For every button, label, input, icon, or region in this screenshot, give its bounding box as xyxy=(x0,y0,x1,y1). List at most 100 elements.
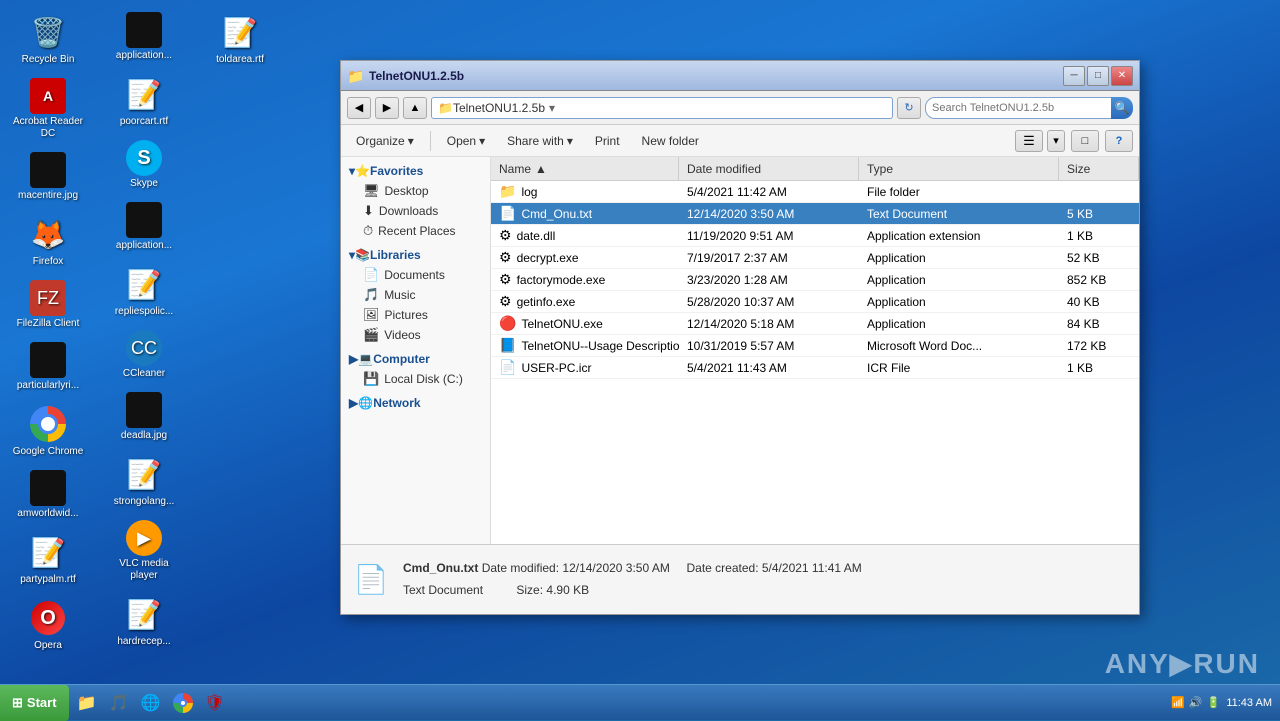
desktop-nav-label: Desktop xyxy=(385,184,429,198)
search-input[interactable] xyxy=(925,97,1115,119)
vlc-icon[interactable]: ▶ VLC media player xyxy=(104,516,184,586)
acrobat-icon[interactable]: A Acrobat Reader DC xyxy=(8,74,88,144)
ccleaner-icon[interactable]: CC CCleaner xyxy=(104,326,184,384)
file-name-cell: ⚙ factorymode.exe xyxy=(491,269,679,290)
organize-button[interactable]: Organize ▾ xyxy=(347,129,423,153)
file-name-cell: 📄 USER-PC.icr xyxy=(491,357,679,378)
toldarea-icon[interactable]: 📝 toldarea.rtf xyxy=(200,8,280,70)
file-type-cell: Text Document xyxy=(859,203,1059,224)
back-button[interactable]: ◀ xyxy=(347,97,371,119)
sidebar-item-desktop[interactable]: 🖥 Desktop xyxy=(341,181,490,201)
sidebar-item-downloads[interactable]: ⬇ Downloads xyxy=(341,201,490,221)
getinfo-file-icon: ⚙ xyxy=(499,293,512,310)
view-dropdown-button[interactable]: ▾ xyxy=(1047,130,1065,152)
close-button[interactable]: ✕ xyxy=(1111,66,1133,86)
table-row[interactable]: 📘 TelnetONU--Usage Description of the ON… xyxy=(491,335,1139,357)
hardrecep-icon[interactable]: 📝 hardrecep... xyxy=(104,590,184,652)
libraries-header[interactable]: ▾ 📚 Libraries xyxy=(341,245,490,265)
taskbar-explorer-icon[interactable]: 📁 xyxy=(73,689,101,717)
local-disk-icon: 💾 xyxy=(363,371,379,387)
taskbar-media-icon[interactable]: 🎵 xyxy=(105,689,133,717)
deadla-icon[interactable]: deadla.jpg xyxy=(104,388,184,446)
table-row[interactable]: ⚙ factorymode.exe 3/23/2020 1:28 AM Appl… xyxy=(491,269,1139,291)
address-path[interactable]: 📁 TelnetONU1.2.5b ▾ xyxy=(431,97,893,119)
table-row[interactable]: 📁 log 5/4/2021 11:42 AM File folder xyxy=(491,181,1139,203)
restore-button[interactable]: □ xyxy=(1087,66,1109,86)
application1-icon[interactable]: application... xyxy=(104,8,184,66)
telnetonu-file-icon: 🔴 xyxy=(499,315,516,332)
libraries-section: ▾ 📚 Libraries 📄 Documents 🎵 Music 🖼 xyxy=(341,245,490,345)
amworldwid-icon[interactable]: amworldwid... xyxy=(8,466,88,524)
macentire-icon[interactable]: macentire.jpg xyxy=(8,148,88,206)
network-header[interactable]: ▶ 🌐 Network xyxy=(341,393,490,413)
skype-icon[interactable]: S Skype xyxy=(104,136,184,194)
preview-pane-button[interactable]: □ xyxy=(1071,130,1099,152)
up-button[interactable]: ▲ xyxy=(403,97,427,119)
file-name-cell: 📘 TelnetONU--Usage Description of the ON… xyxy=(491,335,679,356)
file-date-cell: 7/19/2017 2:37 AM xyxy=(679,247,859,268)
desktop: 🗑️ Recycle Bin A Acrobat Reader DC macen… xyxy=(0,0,1280,720)
minimize-button[interactable]: ─ xyxy=(1063,66,1085,86)
table-row[interactable]: ⚙ decrypt.exe 7/19/2017 2:37 AM Applicat… xyxy=(491,247,1139,269)
file-date-cell: 5/28/2020 10:37 AM xyxy=(679,291,859,312)
taskbar-security-icon[interactable]: 🛡 xyxy=(201,689,229,717)
table-row[interactable]: 📄 USER-PC.icr 5/4/2021 11:43 AM ICR File… xyxy=(491,357,1139,379)
start-button[interactable]: ⊞ Start xyxy=(0,685,69,721)
recycle-bin-icon[interactable]: 🗑️ Recycle Bin xyxy=(8,8,88,70)
recent-nav-icon: ⏱ xyxy=(363,223,373,239)
poorcart-icon[interactable]: 📝 poorcart.rtf xyxy=(104,70,184,132)
table-row[interactable]: ⚙ date.dll 11/19/2020 9:51 AM Applicatio… xyxy=(491,225,1139,247)
col-date-modified[interactable]: Date modified xyxy=(679,157,859,180)
repliespolic-icon[interactable]: 📝 repliespolic... xyxy=(104,260,184,322)
col-type[interactable]: Type xyxy=(859,157,1059,180)
status-date-mod: 12/14/2020 3:50 AM xyxy=(562,561,669,575)
network-icon: 🌐 xyxy=(358,396,373,410)
file-date-cell: 11/19/2020 9:51 AM xyxy=(679,225,859,246)
particularlyri-icon[interactable]: particularlyri... xyxy=(8,338,88,396)
file-name-cell: ⚙ getinfo.exe xyxy=(491,291,679,312)
table-row[interactable]: ⚙ getinfo.exe 5/28/2020 10:37 AM Applica… xyxy=(491,291,1139,313)
status-size-label: Size: xyxy=(516,583,546,597)
chrome-icon[interactable]: Google Chrome xyxy=(8,400,88,462)
path-dropdown[interactable]: ▾ xyxy=(549,101,555,115)
application2-icon[interactable]: application... xyxy=(104,198,184,256)
forward-button[interactable]: ▶ xyxy=(375,97,399,119)
sidebar-item-pictures[interactable]: 🖼 Pictures xyxy=(341,305,490,325)
computer-header[interactable]: ▶ 💻 Computer xyxy=(341,349,490,369)
taskbar-right: 📶 🔊 🔋 11:43 AM xyxy=(1171,696,1280,709)
new-folder-button[interactable]: New folder xyxy=(633,129,708,153)
file-size-cell: 52 KB xyxy=(1059,247,1139,268)
table-row[interactable]: 📄 Cmd_Onu.txt 12/14/2020 3:50 AM Text Do… xyxy=(491,203,1139,225)
help-button[interactable]: ? xyxy=(1105,130,1133,152)
col-size[interactable]: Size xyxy=(1059,157,1139,180)
sidebar-item-music[interactable]: 🎵 Music xyxy=(341,285,490,305)
filezilla-icon[interactable]: FZ FileZilla Client xyxy=(8,276,88,334)
print-button[interactable]: Print xyxy=(586,129,629,153)
taskbar-chrome-icon[interactable] xyxy=(169,689,197,717)
tray-network-icon: 📶 xyxy=(1171,696,1185,709)
firefox-icon[interactable]: 🦊 Firefox xyxy=(8,210,88,272)
sidebar-item-documents[interactable]: 📄 Documents xyxy=(341,265,490,285)
strongolang-icon[interactable]: 📝 strongolang... xyxy=(104,450,184,512)
view-list-button[interactable]: ☰ xyxy=(1015,130,1043,152)
file-name-cell: ⚙ date.dll xyxy=(491,225,679,246)
word-file-icon: 📘 xyxy=(499,337,516,354)
table-row[interactable]: 🔴 TelnetONU.exe 12/14/2020 5:18 AM Appli… xyxy=(491,313,1139,335)
sidebar-item-videos[interactable]: 🎬 Videos xyxy=(341,325,490,345)
taskbar: ⊞ Start 📁 🎵 🌐 🛡 📶 🔊 🔋 11:43 AM xyxy=(0,684,1280,720)
opera-icon[interactable]: O Opera xyxy=(8,594,88,656)
file-name-cell: ⚙ decrypt.exe xyxy=(491,247,679,268)
refresh-button[interactable]: ↻ xyxy=(897,97,921,119)
file-size-cell: 172 KB xyxy=(1059,335,1139,356)
search-button[interactable]: 🔍 xyxy=(1111,97,1133,119)
icr-file-icon: 📄 xyxy=(499,359,516,376)
open-button[interactable]: Open ▾ xyxy=(438,129,494,153)
col-name[interactable]: Name ▲ xyxy=(491,157,679,180)
sidebar-item-local-disk[interactable]: 💾 Local Disk (C:) xyxy=(341,369,490,389)
favorites-header[interactable]: ▾ ⭐ Favorites xyxy=(341,161,490,181)
taskbar-browser-icon[interactable]: 🌐 xyxy=(137,689,165,717)
file-size-cell: 852 KB xyxy=(1059,269,1139,290)
sidebar-item-recent[interactable]: ⏱ Recent Places xyxy=(341,221,490,241)
share-with-button[interactable]: Share with ▾ xyxy=(498,129,582,153)
partypalm-icon[interactable]: 📝 partypalm.rtf xyxy=(8,528,88,590)
